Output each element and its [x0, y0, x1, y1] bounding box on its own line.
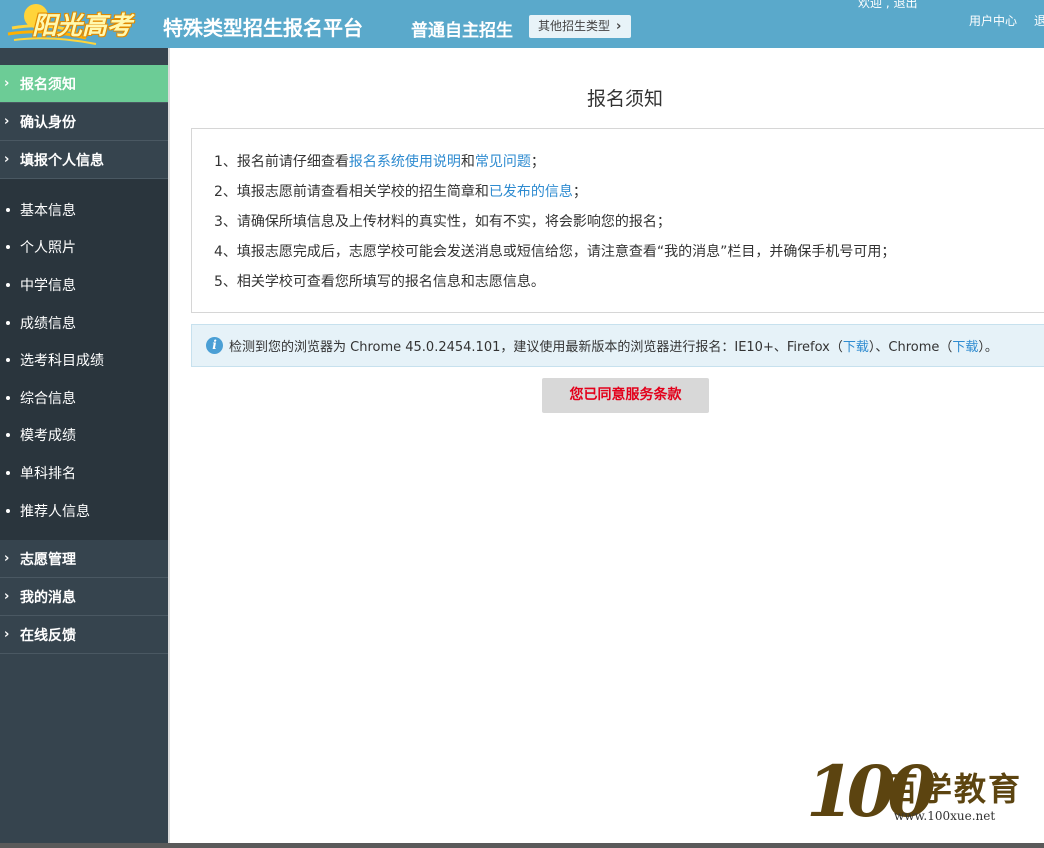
chrome-download-link[interactable]: 下载 — [952, 336, 978, 355]
bullet-icon — [6, 245, 10, 250]
alert-text: 检测到您的浏览器为 Chrome 45.0.2454.101，建议使用最新版本的… — [229, 340, 843, 355]
watermark-name: 百学教育 — [886, 770, 1023, 808]
agree-terms-button[interactable]: 您已同意服务条款 — [542, 378, 709, 413]
notice-item-4: 4、填报志愿完成后，志愿学校可能会发送消息或短信给您，请注意查看“我的消息”栏目… — [214, 244, 896, 260]
bullet-icon — [6, 207, 10, 212]
sidebar-item-personal-info[interactable]: › 填报个人信息 — [0, 141, 168, 179]
alert-text: ）、Chrome（ — [868, 340, 953, 355]
faq-link[interactable]: 常见问题 — [475, 154, 531, 170]
sidebar-item-label: 报名须知 — [20, 76, 76, 93]
sidebar-item-wishes[interactable]: › 志愿管理 — [0, 540, 168, 579]
bullet-icon — [6, 508, 10, 513]
main-content: 报名须知 1、报名前请仔细查看报名系统使用说明和常见问题； 2、填报志愿前请查看… — [170, 48, 1044, 848]
notice-text: ； — [530, 154, 545, 170]
notice-text: ； — [572, 184, 587, 200]
notice-box: 1、报名前请仔细查看报名系统使用说明和常见问题； 2、填报志愿前请查看相关学校的… — [191, 128, 1044, 313]
personal-info-submenu: 基本信息 个人照片 中学信息 成绩信息 选考科目成绩 综合信息 模考成绩 单科排… — [0, 179, 168, 541]
notice-item-1: 1、报名前请仔细查看报名系统使用说明和常见问题； — [214, 150, 1044, 180]
sidebar-item-messages[interactable]: › 我的消息 — [0, 578, 168, 617]
sidebar-item-label: 志愿管理 — [20, 551, 76, 568]
page-title: 报名须知 — [586, 88, 663, 110]
sub-item-label: 选考科目成绩 — [20, 353, 104, 370]
sub-item-referrer[interactable]: 推荐人信息 — [0, 492, 168, 530]
watermark-url: www.100xue.net — [894, 809, 996, 823]
sidebar-top-strip — [0, 48, 168, 65]
sidebar-item-label: 确认身份 — [20, 114, 76, 131]
sidebar-item-feedback[interactable]: › 在线反馈 — [0, 616, 168, 655]
sub-item-photo[interactable]: 个人照片 — [0, 229, 168, 267]
bottom-bar — [0, 843, 1044, 848]
published-info-link[interactable]: 已发布的信息 — [489, 184, 573, 200]
chevron-right-icon: › — [4, 152, 10, 167]
watermark-logo: 100 百学教育 www.100xue.net — [806, 750, 1020, 833]
sub-item-label: 推荐人信息 — [20, 503, 90, 520]
notice-text: 和 — [460, 154, 475, 170]
bullet-icon — [6, 320, 10, 325]
logout-link[interactable]: 退 — [1034, 12, 1044, 29]
sub-item-label: 个人照片 — [20, 240, 76, 257]
sub-item-basic-info[interactable]: 基本信息 — [0, 191, 168, 229]
notice-item-3: 3、请确保所填信息及上传材料的真实性，如有不实，将会影响您的报名； — [214, 214, 671, 230]
system-guide-link[interactable]: 报名系统使用说明 — [349, 154, 461, 170]
bullet-icon — [6, 358, 10, 363]
sub-item-scores[interactable]: 成绩信息 — [0, 304, 168, 342]
notice-item-2: 2、填报志愿前请查看相关学校的招生简章和已发布的信息； — [214, 180, 1044, 210]
bullet-icon — [6, 395, 10, 400]
sub-item-mock-exam[interactable]: 模考成绩 — [0, 417, 168, 455]
sub-item-label: 模考成绩 — [20, 428, 76, 445]
sub-item-label: 基本信息 — [20, 202, 76, 219]
sidebar: › 报名须知 › 确认身份 › 填报个人信息 基本信息 个人照片 中学信息 成绩… — [0, 48, 168, 848]
sidebar-item-notice[interactable]: › 报名须知 — [0, 65, 168, 103]
sub-item-subject-rank[interactable]: 单科排名 — [0, 454, 168, 492]
other-type-label: 其他招生类型 — [538, 19, 611, 33]
sidebar-item-label: 在线反馈 — [20, 627, 76, 644]
platform-title: 特殊类型招生报名平台 — [163, 16, 363, 40]
sidebar-item-confirm-identity[interactable]: › 确认身份 — [0, 103, 168, 141]
chevron-right-icon: › — [4, 76, 10, 91]
sub-item-comprehensive[interactable]: 综合信息 — [0, 379, 168, 417]
sub-item-label: 中学信息 — [20, 277, 76, 294]
sub-item-elective-scores[interactable]: 选考科目成绩 — [0, 341, 168, 379]
sub-item-school-info[interactable]: 中学信息 — [0, 266, 168, 304]
bullet-icon — [6, 433, 10, 438]
chevron-right-icon: › — [4, 627, 10, 643]
alert-text: ）。 — [978, 340, 998, 355]
firefox-download-link[interactable]: 下载 — [843, 336, 869, 355]
chevron-right-icon: › — [4, 114, 10, 129]
notice-text: 1、报名前请仔细查看 — [214, 154, 349, 170]
mode-title: 普通自主招生 — [411, 21, 513, 41]
sub-item-label: 综合信息 — [20, 390, 76, 407]
chevron-right-icon: › — [4, 551, 10, 567]
logo-text: 阳光高考 — [32, 11, 133, 40]
chevron-right-icon: › — [4, 589, 10, 605]
info-icon: i — [206, 337, 223, 354]
top-header: 阳光高考 特殊类型招生报名平台 普通自主招生 其他招生类型 › 欢迎 , 退出 用… — [0, 0, 1044, 48]
sub-item-label: 成绩信息 — [20, 315, 76, 332]
sub-item-label: 单科排名 — [20, 465, 76, 482]
sidebar-item-label: 填报个人信息 — [20, 152, 104, 169]
bullet-icon — [6, 282, 10, 287]
sidebar-item-label: 我的消息 — [20, 589, 76, 606]
welcome-text: 欢迎 , 退出 — [858, 0, 918, 10]
bullet-icon — [6, 470, 10, 475]
browser-alert: i 检测到您的浏览器为 Chrome 45.0.2454.101，建议使用最新版… — [191, 324, 1044, 367]
notice-list: 1、报名前请仔细查看报名系统使用说明和常见问题； 2、填报志愿前请查看相关学校的… — [192, 129, 1044, 300]
other-type-button[interactable]: 其他招生类型 › — [529, 15, 632, 38]
notice-item-5: 5、相关学校可查看您所填写的报名信息和志愿信息。 — [214, 274, 545, 290]
chevron-right-icon: › — [616, 19, 622, 34]
user-center-link[interactable]: 用户中心 — [969, 12, 1017, 29]
notice-text: 2、填报志愿前请查看相关学校的招生简章和 — [214, 184, 489, 200]
